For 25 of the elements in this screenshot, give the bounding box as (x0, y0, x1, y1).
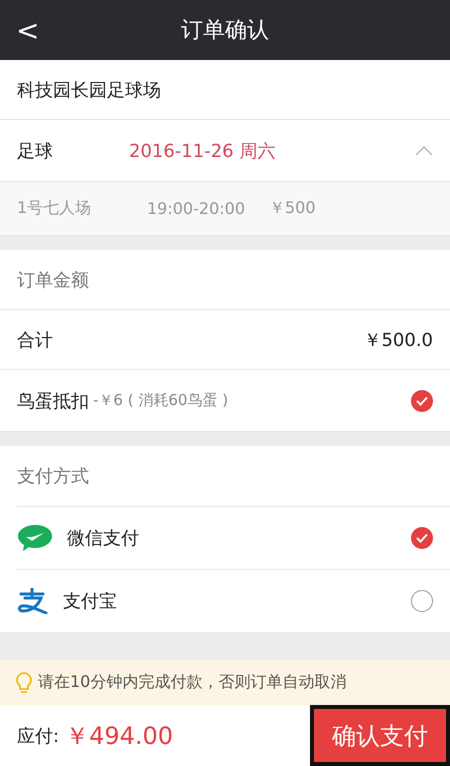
discount-label: 鸟蛋抵扣 (17, 390, 89, 412)
slot-price: ￥500 (269, 198, 316, 219)
checked-circle[interactable] (411, 527, 433, 549)
payment-deadline-tip: 请在10分钟内完成付款，否则订单自动取消 (38, 672, 346, 693)
total-label: 合计 (17, 328, 53, 352)
amount-due: ￥494.00 (65, 720, 174, 752)
back-button[interactable]: < (8, 12, 48, 49)
checked-circle[interactable] (411, 390, 433, 412)
page-title: 订单确认 (181, 17, 269, 45)
venue-name: 科技园长园足球场 (17, 78, 161, 102)
discount-detail: -￥6 ( 消耗60鸟蛋 ) (93, 391, 228, 410)
section-title: 支付方式 (17, 465, 89, 488)
payment-method-label: 微信支付 (67, 527, 139, 550)
light-bulb-icon (16, 672, 32, 694)
amount-due-label: 应付: (17, 724, 60, 748)
booking-date: 2016-11-26 周六 (129, 140, 276, 162)
total-amount: ￥500.0 (363, 328, 433, 352)
confirm-payment-button[interactable]: 确认支付 (310, 705, 450, 766)
unchecked-circle[interactable] (411, 590, 433, 612)
court-name: 1号七人场 (17, 198, 92, 219)
payment-method-label: 支付宝 (63, 590, 117, 613)
time-slot: 19:00-20:00 (147, 199, 245, 218)
section-title: 订单金额 (17, 268, 89, 292)
sport-label: 足球 (17, 140, 54, 162)
pay-logo-icon (17, 588, 49, 614)
